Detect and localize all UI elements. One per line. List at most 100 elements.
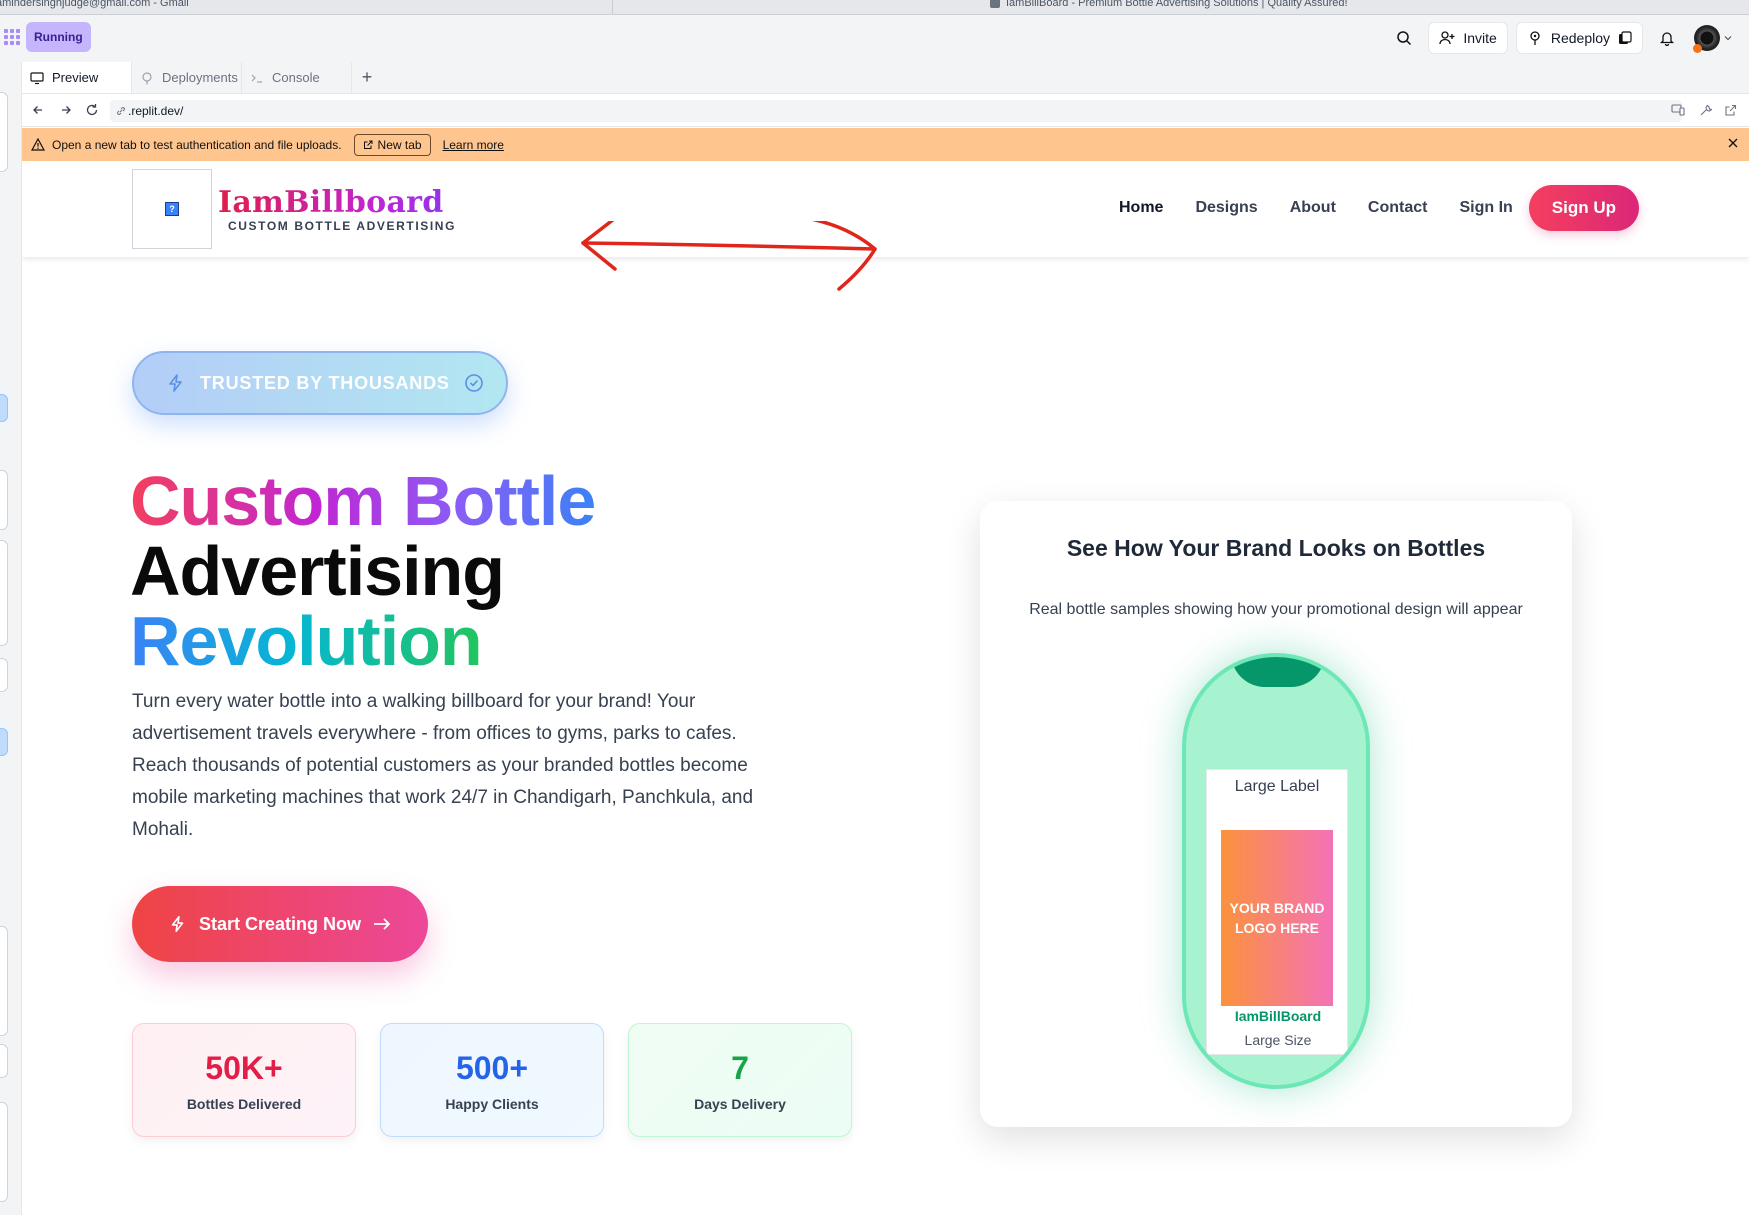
running-status-badge[interactable]: Running [26, 22, 91, 52]
tab-console[interactable]: Console [242, 62, 352, 93]
redeploy-label: Redeploy [1550, 30, 1610, 46]
brand-tagline: CUSTOM BOTTLE ADVERTISING [228, 219, 457, 233]
terminal-icon [251, 74, 262, 83]
auth-warning-banner: Open a new tab to test authentication an… [22, 128, 1749, 161]
hero-title-line-3: Revolution [130, 602, 483, 680]
label-title: Large Label [1234, 778, 1320, 795]
arrow-right-icon [374, 918, 391, 930]
link-icon [117, 107, 125, 115]
brand-name[interactable]: IamBillboard [218, 185, 444, 220]
top-bar-actions: Invite Redeploy [1388, 22, 1735, 54]
external-link-icon [363, 140, 373, 149]
preview-card-title: See How Your Brand Looks on Bottles [1066, 535, 1486, 561]
main-nav: Home Designs About Contact Sign In Sign … [1119, 185, 1639, 231]
left-sidebar [0, 62, 22, 1215]
sidebar-panel-stub[interactable] [0, 470, 8, 530]
search-icon[interactable] [1388, 22, 1420, 54]
stat-card-clients: 500+ Happy Clients [380, 1023, 604, 1137]
url-text: .replit.dev/ [128, 104, 184, 118]
trusted-badge-text: TRUSTED BY THOUSANDS [200, 372, 450, 393]
add-tab-button[interactable]: + [352, 62, 382, 93]
preview-url-bar: .replit.dev/ [22, 94, 1749, 127]
label-brand: IamBillBoard [1234, 1008, 1322, 1024]
broken-image-icon: ? [165, 202, 179, 216]
close-icon[interactable] [1727, 137, 1739, 152]
tab-label: Deployments [162, 70, 238, 85]
tab-label: Console [272, 70, 320, 85]
wrench-icon[interactable] [1697, 102, 1713, 118]
bottle-label: Large Label YOUR BRAND LOGO HERE IamBill… [1206, 769, 1348, 1055]
sidebar-button-stub[interactable] [0, 728, 8, 756]
devices-icon[interactable] [1670, 102, 1686, 118]
logo-placeholder: YOUR BRAND LOGO HERE [1221, 830, 1333, 1006]
check-circle-icon [464, 374, 483, 392]
sidebar-panel-stub[interactable] [0, 658, 8, 692]
sign-up-button[interactable]: Sign Up [1528, 185, 1639, 231]
start-creating-button[interactable]: Start Creating Now [132, 886, 428, 962]
invite-button[interactable]: Invite [1428, 22, 1508, 54]
nav-contact[interactable]: Contact [1368, 199, 1428, 217]
cta-label: Start Creating Now [198, 913, 362, 934]
deploy-icon [1530, 31, 1540, 45]
preview-card-subtitle: Real bottle samples showing how your pro… [1029, 601, 1523, 618]
stat-label: Bottles Delivered [186, 1096, 302, 1112]
copy-icon[interactable] [1618, 31, 1632, 45]
panel-tabs: Preview Deployments Console + [22, 62, 1749, 94]
forward-arrow-icon[interactable] [58, 102, 74, 118]
replit-top-bar: Running Invite Redeploy [0, 15, 1749, 62]
tab-separator [612, 0, 613, 14]
website-preview: ? IamBillboard CUSTOM BOTTLE ADVERTISING… [22, 161, 1749, 1215]
redeploy-button[interactable]: Redeploy [1515, 22, 1643, 54]
logo-image-frame[interactable]: ? [132, 169, 212, 249]
avatar [1693, 25, 1720, 53]
hero-description: Turn every water bottle into a walking b… [132, 691, 754, 840]
stat-value: 500+ [455, 1050, 529, 1086]
sidebar-button-stub[interactable] [0, 394, 8, 422]
nav-sign-in[interactable]: Sign In [1459, 199, 1512, 217]
reload-icon[interactable] [84, 102, 100, 118]
account-menu[interactable] [1691, 22, 1735, 54]
nav-about[interactable]: About [1290, 199, 1336, 217]
lightning-icon [169, 374, 182, 392]
stat-value: 50K+ [205, 1050, 283, 1086]
new-tab-label: New tab [377, 137, 422, 152]
back-arrow-icon[interactable] [30, 102, 46, 118]
learn-more-link[interactable]: Learn more [443, 138, 504, 152]
monitor-icon [30, 71, 44, 84]
stat-label: Days Delivery [694, 1096, 786, 1112]
label-size: Large Size [1244, 1032, 1312, 1048]
apps-grid-icon[interactable] [4, 29, 20, 45]
tab-preview[interactable]: Preview [22, 62, 132, 93]
sidebar-panel-stub[interactable] [0, 92, 8, 172]
browser-tab-title: IamBillBoard - Premium Bottle Advertisin… [1006, 0, 1348, 9]
sidebar-panel-stub[interactable] [0, 926, 8, 1036]
tab-deployments[interactable]: Deployments [132, 62, 242, 93]
browser-tab-iambillboard[interactable]: IamBillBoard - Premium Bottle Advertisin… [990, 0, 1348, 9]
bottle-cap [1231, 657, 1325, 687]
banner-message: Open a new tab to test authentication an… [52, 137, 342, 152]
browser-tab-gmail[interactable]: amindersinghjudge@gmail.com - Gmail [0, 0, 189, 9]
stat-value: 7 [731, 1050, 749, 1086]
stat-label: Happy Clients [445, 1096, 539, 1112]
url-input[interactable]: .replit.dev/ [110, 100, 1682, 122]
chevron-down-icon [1724, 36, 1732, 41]
sidebar-panel-stub[interactable] [0, 1044, 8, 1078]
stat-card-delivery: 7 Days Delivery [628, 1023, 852, 1137]
new-tab-button[interactable]: New tab [353, 133, 431, 156]
warning-icon [31, 138, 45, 151]
hero-title-line-1: Custom Bottle [130, 462, 596, 540]
browser-tab-strip: amindersinghjudge@gmail.com - Gmail IamB… [0, 0, 1749, 15]
preview-panel: Preview Deployments Console + .replit.de… [22, 62, 1749, 1215]
nav-home[interactable]: Home [1119, 199, 1163, 217]
sidebar-panel-stub[interactable] [0, 1102, 8, 1202]
sidebar-panel-stub[interactable] [0, 540, 8, 646]
bottle-mockup: Large Label YOUR BRAND LOGO HERE IamBill… [1182, 653, 1370, 1089]
deploy-icon [142, 71, 152, 84]
external-link-icon[interactable] [1722, 102, 1738, 118]
trusted-badge: TRUSTED BY THOUSANDS [132, 351, 508, 415]
notifications-bell-icon[interactable] [1651, 22, 1683, 54]
lightning-icon [171, 915, 184, 933]
hero-title-line-2: Advertising [130, 532, 505, 610]
nav-designs[interactable]: Designs [1195, 199, 1257, 217]
invite-label: Invite [1463, 30, 1497, 46]
